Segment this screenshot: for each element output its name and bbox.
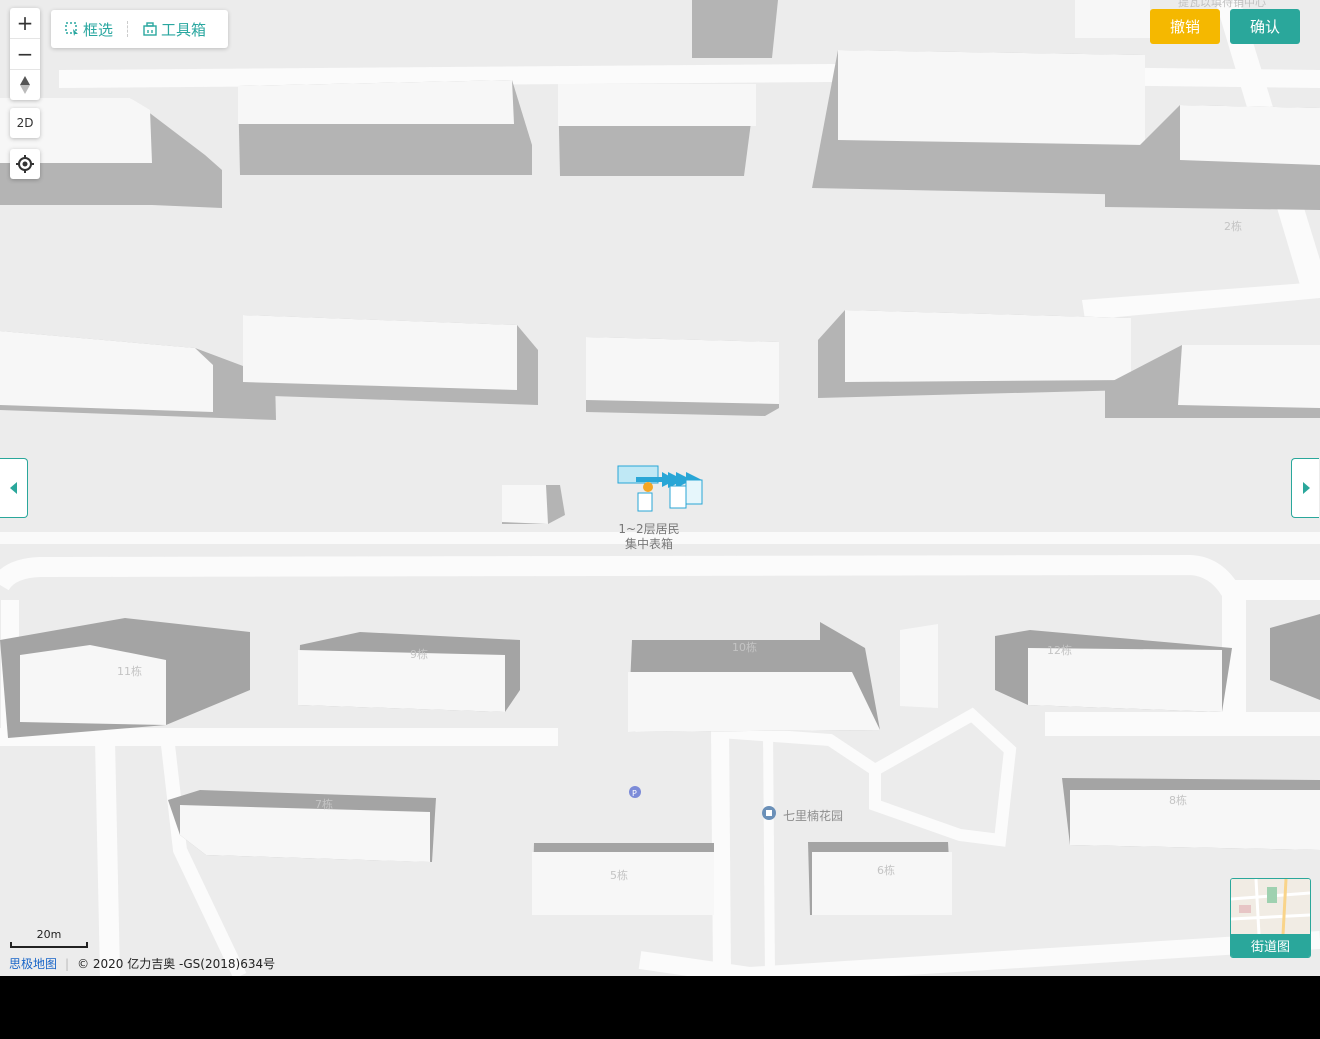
- svg-text:P: P: [632, 789, 637, 798]
- locate-icon: [16, 155, 34, 173]
- left-panel-toggle[interactable]: [0, 458, 28, 518]
- building-label: 7栋: [315, 797, 333, 811]
- road-mid-loop: [0, 554, 1320, 600]
- zoom-control: + −: [10, 8, 40, 100]
- toolbox-tool[interactable]: 工具箱: [129, 19, 220, 40]
- building-label: 5栋: [610, 868, 628, 882]
- toolbox-icon: [143, 22, 157, 36]
- road-south-center-2: [763, 729, 775, 976]
- building-n4: [812, 50, 1145, 195]
- building-label: 9栋: [410, 647, 428, 661]
- building-n3: [558, 84, 756, 176]
- building-small-center: [502, 485, 565, 524]
- building-10: [628, 622, 880, 732]
- bottom-blank-area: [0, 976, 1320, 1039]
- road-east: [1045, 712, 1320, 736]
- street-map-label: 街道图: [1231, 934, 1310, 957]
- mode-2d-button[interactable]: 2D: [10, 108, 40, 138]
- box-select-tool[interactable]: 框选: [51, 19, 127, 40]
- building-label: 10栋: [732, 640, 757, 654]
- scale-label: 20m: [36, 928, 62, 941]
- toolbox-label: 工具箱: [161, 20, 207, 39]
- building-m3: [586, 337, 779, 416]
- scale-bar: 20m: [10, 928, 88, 948]
- meter-box-label-line2: 集中表箱: [624, 537, 673, 551]
- copyright-divider: |: [65, 956, 70, 971]
- building-m4: [818, 310, 1131, 398]
- chevron-left-icon: [9, 482, 17, 494]
- map-brand-link[interactable]: 思极地图: [9, 955, 57, 972]
- building-8: [1062, 778, 1320, 850]
- road-sw-diagonal: [161, 744, 247, 976]
- map-base-layer: 2栋 11栋 9栋 10栋 12栋 7栋 8栋 5栋 6栋 P: [0, 0, 1320, 976]
- zoom-out-button[interactable]: −: [10, 39, 40, 70]
- box-select-icon: [65, 22, 78, 36]
- road-sw-vertical: [95, 739, 120, 976]
- building-m5: [1105, 345, 1320, 418]
- garden-poi-icon[interactable]: [762, 806, 776, 820]
- building-6: [808, 842, 952, 915]
- building-9: [298, 632, 520, 712]
- meter-box-marker[interactable]: [617, 465, 703, 512]
- meter-box-label[interactable]: 1~2层居民 集中表箱: [612, 522, 686, 552]
- building-top: [692, 0, 1150, 58]
- compass-button[interactable]: [10, 70, 40, 100]
- garden-poi-label[interactable]: 七里楠花园: [783, 807, 843, 824]
- parking-icon[interactable]: P: [629, 786, 641, 798]
- compass-icon: [20, 76, 30, 94]
- map-canvas[interactable]: 2栋 11栋 9栋 10栋 12栋 7栋 8栋 5栋 6栋 P 七里楠花园 提瓦…: [0, 0, 1320, 976]
- building-label: 6栋: [877, 863, 895, 877]
- building-m1: [0, 331, 276, 420]
- copyright: 思极地图 | © 2020 亿力吉奥 -GS(2018)634号: [9, 955, 275, 972]
- road-south-center: [711, 724, 731, 976]
- map-toolbar: 框选 工具箱: [51, 10, 228, 48]
- building-n2: [238, 80, 532, 175]
- undo-button[interactable]: 撤销: [1150, 9, 1220, 44]
- confirm-button[interactable]: 确认: [1230, 9, 1300, 44]
- road-ne-branch: [1082, 282, 1320, 320]
- locate-button[interactable]: [10, 149, 40, 179]
- building-tall-narrow: [900, 624, 938, 708]
- meter-box-label-line1: 1~2层居民: [618, 522, 680, 536]
- street-map-switch[interactable]: 街道图: [1230, 878, 1311, 958]
- chevron-right-icon: [1302, 482, 1310, 494]
- building-m2: [243, 315, 538, 405]
- scale-line: [10, 942, 88, 948]
- building-label: 11栋: [117, 664, 142, 678]
- building-7: [168, 790, 436, 862]
- box-select-label: 框选: [83, 20, 114, 39]
- right-panel-toggle[interactable]: [1291, 458, 1319, 518]
- copyright-text: © 2020 亿力吉奥 -GS(2018)634号: [77, 957, 276, 971]
- street-map-thumbnail: [1231, 879, 1310, 936]
- building-label: 2栋: [1224, 219, 1242, 233]
- zoom-in-button[interactable]: +: [10, 8, 40, 39]
- building-label: 8栋: [1169, 793, 1187, 807]
- building-12: [995, 630, 1232, 712]
- building-se: [1270, 614, 1320, 700]
- road-south-edge: [638, 931, 1320, 976]
- building-label: 12栋: [1047, 643, 1072, 657]
- building-11: [0, 618, 250, 738]
